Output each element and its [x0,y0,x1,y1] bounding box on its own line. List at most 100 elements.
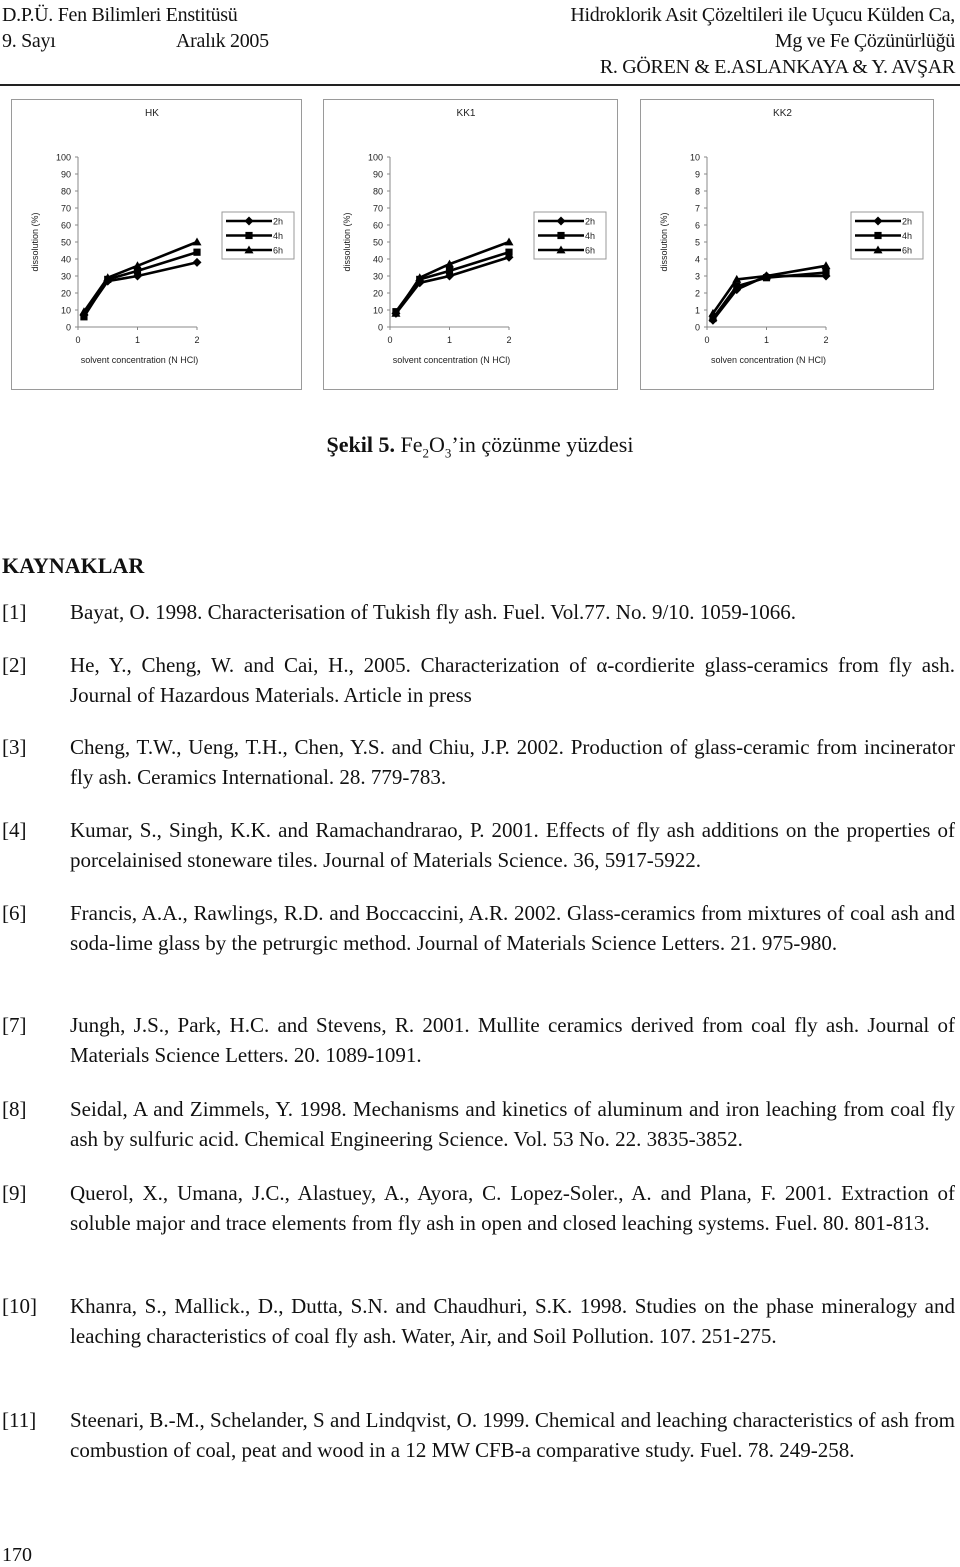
y-tick-label: 70 [373,204,383,214]
y-tick-label: 1 [695,306,700,316]
article-title-line1: Hidroklorik Asit Çözeltileri ile Uçucu K… [570,4,955,26]
chart-kk1: KK1 0 10 20 30 40 50 60 70 80 90 100 0 1 2 solvent conc… [342,108,607,365]
y-tick-label: 3 [695,272,700,282]
series-4h [80,248,201,321]
y-tick-label: 70 [61,204,71,214]
y-tick-label: 30 [61,272,71,282]
caption-text-c: ’in çözünme yüzdesi [451,432,634,457]
reference-text: Querol, X., Umana, J.C., Alastuey, A., A… [70,1181,955,1235]
y-tick-label: 60 [373,221,383,231]
chart-title: HK [145,108,159,119]
article-authors: R. GÖREN & E.ASLANKAYA & Y. AVŞAR [599,56,955,78]
reference-item: [11] Steenari, B.-M., Schelander, S and … [0,1406,960,1465]
x-axis-label: solven concentration (N HCl) [711,355,826,365]
reference-item: [3] Cheng, T.W., Ueng, T.H., Chen, Y.S. … [0,733,960,792]
y-tick-label: 20 [61,289,71,299]
reference-number: [7] [2,1013,27,1037]
chart-title: KK1 [457,108,476,119]
legend-label: 6h [585,246,595,256]
y-tick-label: 4 [695,255,700,265]
reference-number: [3] [2,735,27,759]
y-tick-label: 2 [695,289,700,299]
page-number: 170 [2,1544,32,1566]
reference-number: [9] [2,1181,27,1205]
series-4h [392,248,513,316]
x-tick-label: 0 [387,335,392,345]
figure-caption: Şekil 5. Fe2O3’in çözünme yüzdesi [0,432,960,461]
reference-number: [2] [2,653,27,677]
y-tick-label: 7 [695,204,700,214]
x-tick-label: 1 [764,335,769,345]
reference-number: [1] [2,600,27,624]
legend: 2h 4h 6h [850,211,924,260]
chart-title: KK2 [773,108,792,119]
journal-name: D.P.Ü. Fen Bilimleri Enstitüsü [2,4,238,26]
legend-marker-square [245,231,253,240]
legend-label: 4h [273,231,283,241]
series-line [82,250,198,318]
reference-text: He, Y., Cheng, W. and Cai, H., 2005. Cha… [70,653,955,707]
y-tick-label: 8 [695,187,700,197]
y-axis-label: dissolution (%) [30,212,40,271]
reference-item: [8] Seidal, A and Zimmels, Y. 1998. Mech… [0,1095,960,1154]
caption-text-b: O [429,432,445,457]
reference-item: [1] Bayat, O. 1998. Characterisation of … [0,598,960,628]
y-tick-label: 90 [61,170,71,180]
chart-panel-kk2: KK2 0 1 2 3 4 5 6 7 8 9 10 0 1 2 solven concentration (… [640,99,934,390]
x-axis-label: solvent concentration (N HCl) [393,355,511,365]
reference-item: [4] Kumar, S., Singh, K.K. and Ramachand… [0,816,960,875]
header-rule [0,84,960,86]
y-tick-label: 5 [695,238,700,248]
x-tick-label: 2 [194,335,199,345]
y-axis-label: dissolution (%) [659,212,669,271]
reference-item: [2] He, Y., Cheng, W. and Cai, H., 2005.… [0,651,960,710]
legend: 2h 4h 6h [533,211,607,260]
series-line [711,274,826,321]
data-point [504,237,514,246]
reference-text: Francis, A.A., Rawlings, R.D. and Boccac… [70,901,955,955]
y-tick-label: 80 [61,187,71,197]
legend-label: 4h [902,231,912,241]
y-tick-label: 40 [61,255,71,265]
y-tick-label: 0 [66,323,71,333]
reference-number: [4] [2,818,27,842]
legend-label: 4h [585,231,595,241]
y-tick-label: 100 [56,153,71,163]
y-tick-label: 10 [61,306,71,316]
y-tick-label: 50 [61,238,71,248]
x-tick-label: 0 [75,335,80,345]
x-tick-label: 2 [506,335,511,345]
x-tick-label: 2 [823,335,828,345]
y-tick-label: 0 [695,323,700,333]
x-axis-label: solvent concentration (N HCl) [81,355,199,365]
x-tick-label: 1 [135,335,140,345]
y-tick-label: 60 [61,221,71,231]
y-tick-label: 40 [373,255,383,265]
data-point [445,267,454,275]
reference-text: Kumar, S., Singh, K.K. and Ramachandrara… [70,818,955,872]
reference-number: [8] [2,1097,27,1121]
y-tick-label: 10 [690,153,700,163]
data-point [505,248,513,256]
references-heading: KAYNAKLAR [2,553,145,578]
y-tick-label: 100 [368,153,383,163]
reference-number: [11] [2,1408,37,1432]
y-tick-label: 50 [373,238,383,248]
legend-label: 6h [273,246,283,256]
reference-number: [10] [2,1294,37,1318]
legend-marker-square [874,231,882,240]
reference-text: Bayat, O. 1998. Characterisation of Tuki… [70,600,797,624]
y-axis-label: dissolution (%) [342,212,352,271]
legend-label: 6h [902,246,912,256]
y-tick-label: 0 [378,323,383,333]
y-tick-label: 20 [373,289,383,299]
chart-panel-kk1: KK1 0 10 20 30 40 50 60 70 80 90 100 0 1 2 solvent conc… [323,99,618,390]
legend-label: 2h [585,217,595,227]
y-tick-label: 30 [373,272,383,282]
reference-number: [6] [2,901,27,925]
x-tick-label: 1 [447,335,452,345]
chart-panel-hk: HK 0 10 20 30 40 50 60 70 80 90 100 0 1 2 solvent conce… [11,99,302,390]
reference-text: Khanra, S., Mallick., D., Dutta, S.N. an… [70,1294,955,1348]
legend-label: 2h [273,217,283,227]
chart-kk2: KK2 0 1 2 3 4 5 6 7 8 9 10 0 1 2 solven concentration (… [659,108,924,365]
